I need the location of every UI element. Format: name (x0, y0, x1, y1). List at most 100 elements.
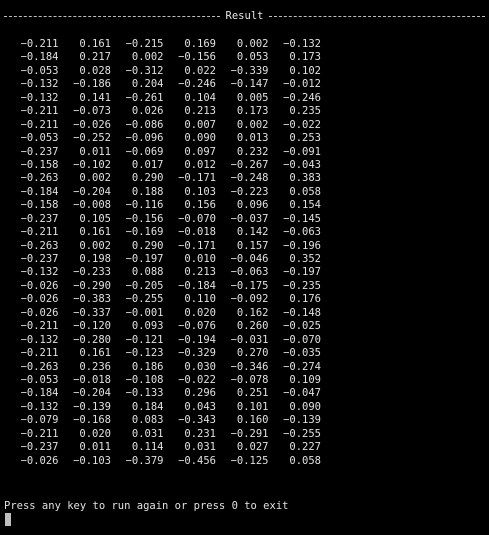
table-row: −0.211 0.161 −0.123 −0.329 0.270 −0.035 (6, 347, 336, 360)
table-cell: −0.132 (20, 78, 59, 91)
table-cell: −0.158 (20, 158, 59, 171)
table-row: −0.158 −0.102 0.017 0.012 −0.267 −0.043 (6, 159, 336, 172)
table-cell: 0.090 (289, 400, 321, 413)
text-cursor[interactable] (5, 513, 11, 526)
table-cell: −0.079 (20, 414, 59, 427)
table-row: −0.026 −0.103 −0.379 −0.456 −0.125 0.058 (6, 455, 336, 468)
table-cell: −0.133 (125, 387, 164, 400)
table-cell: 0.156 (184, 199, 216, 212)
table-cell: 0.031 (131, 427, 164, 440)
table-cell: −0.026 (20, 454, 59, 467)
table-cell: 0.154 (289, 199, 321, 212)
table-cell: 0.083 (131, 414, 164, 427)
table-cell: 0.105 (79, 212, 111, 225)
table-cell: −0.211 (20, 427, 59, 440)
table-cell: −0.148 (283, 306, 321, 319)
table-cell: −0.261 (125, 91, 164, 104)
table-cell: −0.456 (178, 454, 216, 467)
table-cell: −0.102 (73, 158, 111, 171)
table-cell: −0.196 (283, 239, 321, 252)
table-cell: −0.139 (73, 400, 111, 413)
table-cell: −0.132 (20, 91, 59, 104)
table-cell: 0.058 (289, 454, 321, 467)
table-cell: 0.217 (79, 51, 111, 64)
table-cell: 0.028 (79, 64, 111, 77)
table-cell: 0.102 (289, 64, 321, 77)
table-cell: 0.186 (131, 360, 164, 373)
table-cell: 0.002 (236, 118, 269, 131)
table-cell: 0.002 (79, 239, 111, 252)
table-cell: 0.109 (289, 373, 321, 386)
table-cell: −0.037 (230, 212, 269, 225)
table-row: −0.237 0.011 0.114 0.031 0.027 0.227 (6, 441, 336, 454)
table-cell: 0.161 (79, 226, 111, 239)
table-cell: −0.132 (20, 266, 59, 279)
table-row: −0.132 −0.280 −0.121 −0.194 −0.031 −0.070 (6, 334, 336, 347)
table-row: −0.158 −0.008 −0.116 0.156 0.096 0.154 (6, 199, 336, 212)
table-cell: −0.211 (20, 118, 59, 131)
table-row: −0.263 0.002 0.290 −0.171 −0.248 0.383 (6, 172, 336, 185)
table-row: −0.079 −0.168 0.083 −0.343 0.160 −0.139 (6, 414, 336, 427)
table-cell: 0.011 (79, 441, 111, 454)
table-row: −0.053 −0.252 −0.096 0.090 0.013 0.253 (6, 132, 336, 145)
table-cell: 0.290 (131, 172, 164, 185)
table-cell: 0.020 (79, 427, 111, 440)
table-cell: −0.291 (230, 427, 269, 440)
table-cell: 0.101 (236, 400, 269, 413)
header-rule-left (4, 16, 220, 17)
table-cell: 0.031 (184, 441, 216, 454)
terminal-window[interactable]: Result −0.211 0.161 −0.215 0.169 0.002 −0.132… (0, 0, 489, 535)
table-cell: 0.017 (131, 158, 164, 171)
table-row: −0.184 −0.204 −0.133 0.296 0.251 −0.047 (6, 387, 336, 400)
table-cell: −0.211 (20, 320, 59, 333)
header-rule-right (269, 16, 485, 17)
table-cell: 0.002 (236, 38, 269, 50)
table-cell: 0.352 (289, 253, 321, 265)
table-cell: 0.097 (184, 145, 216, 158)
table-cell: 0.026 (131, 105, 164, 118)
table-cell: 0.007 (184, 118, 216, 131)
table-cell: −0.197 (125, 253, 164, 265)
table-cell: 0.043 (184, 400, 216, 413)
table-cell: 0.013 (236, 132, 269, 145)
table-cell: 0.235 (289, 105, 321, 118)
table-cell: 0.260 (236, 320, 269, 333)
table-row: −0.132 −0.186 0.204 −0.246 −0.147 −0.012 (6, 78, 336, 91)
table-cell: −0.194 (178, 333, 216, 346)
table-cell: 0.270 (236, 347, 269, 360)
table-row: −0.211 0.161 −0.215 0.169 0.002 −0.132 (6, 38, 336, 51)
table-cell: −0.035 (283, 347, 321, 360)
table-cell: −0.121 (125, 333, 164, 346)
table-cell: −0.012 (283, 78, 321, 91)
table-cell: 0.290 (131, 239, 164, 252)
table-cell: 0.104 (184, 91, 216, 104)
table-cell: −0.343 (178, 414, 216, 427)
table-cell: −0.156 (125, 212, 164, 225)
table-cell: 0.173 (236, 105, 269, 118)
table-row: −0.026 −0.383 −0.255 0.110 −0.092 0.176 (6, 293, 336, 306)
table-cell: −0.063 (283, 226, 321, 239)
exit-prompt: Press any key to run again or press 0 to… (4, 500, 289, 512)
table-cell: 0.053 (236, 51, 269, 64)
table-cell: −0.337 (73, 306, 111, 319)
table-cell: −0.267 (230, 158, 269, 171)
table-row: −0.211 0.161 −0.169 −0.018 0.142 −0.063 (6, 226, 336, 239)
table-cell: 0.161 (79, 347, 111, 360)
table-cell: 0.027 (236, 441, 269, 454)
table-cell: −0.069 (125, 145, 164, 158)
table-cell: 0.090 (184, 132, 216, 145)
table-cell: −0.132 (20, 333, 59, 346)
table-cell: 0.103 (184, 185, 216, 198)
table-cell: −0.211 (20, 226, 59, 239)
table-cell: −0.184 (20, 387, 59, 400)
table-cell: 0.161 (79, 38, 111, 50)
table-cell: 0.160 (236, 414, 269, 427)
table-cell: 0.162 (236, 306, 269, 319)
table-cell: −0.215 (125, 38, 164, 50)
table-cell: −0.204 (73, 387, 111, 400)
table-cell: −0.026 (20, 279, 59, 292)
table-cell: −0.379 (125, 454, 164, 467)
table-cell: 0.213 (184, 105, 216, 118)
table-cell: −0.255 (125, 293, 164, 306)
table-cell: 0.236 (79, 360, 111, 373)
